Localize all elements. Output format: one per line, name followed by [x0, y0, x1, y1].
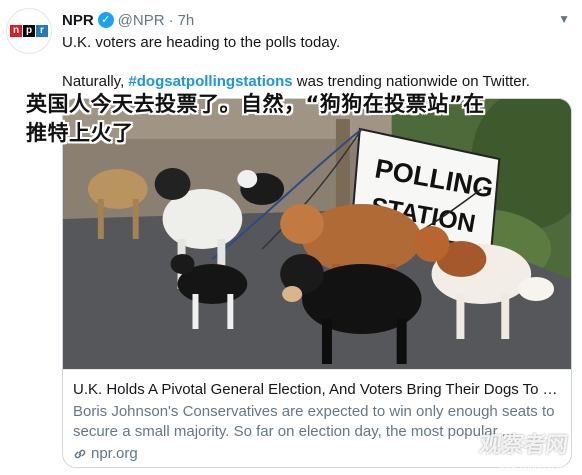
npr-logo-letter-n: n [10, 25, 22, 37]
link-preview-card[interactable]: POLLING STATION U.K. Holds A Pivotal Gen… [62, 98, 572, 468]
tweet-text-suffix: was trending nationwide on Twitter. [292, 73, 530, 90]
separator-dot: · [168, 11, 174, 29]
account-name[interactable]: NPR [62, 12, 94, 29]
caption-line2: 推特上火了 [26, 121, 134, 145]
tweet-text-line2: Naturally, #dogsatpollingstations was tr… [62, 73, 530, 90]
npr-avatar[interactable]: n p r [6, 8, 52, 54]
caption-line1: 英国人今天去投票了。自然，“狗狗在投票站”在 [26, 92, 485, 116]
watermark-logo: 观察者网 [477, 433, 570, 458]
tweet-text-line1: U.K. voters are heading to the polls tod… [62, 34, 341, 51]
chevron-down-icon[interactable]: ▼ [558, 12, 570, 26]
tweet-text-prefix: Naturally, [62, 73, 129, 90]
chinese-caption-overlay: 英国人今天去投票了。自然，“狗狗在投票站”在 推特上火了 [26, 90, 556, 148]
tweet-timestamp[interactable]: 7h [178, 12, 195, 29]
card-title[interactable]: U.K. Holds A Pivotal General Election, A… [73, 380, 561, 400]
watermark-url: www.guancha.cn [497, 461, 566, 471]
hashtag-link[interactable]: #dogsatpollingstations [128, 73, 292, 90]
tweet-header: NPR ✓ @NPR · 7h [62, 10, 194, 30]
npr-logo-letter-p: p [23, 25, 35, 37]
npr-logo: n p r [10, 25, 48, 37]
link-icon [74, 449, 86, 458]
verified-badge-icon: ✓ [97, 12, 114, 28]
card-domain-text: npr.org [91, 445, 138, 462]
account-handle[interactable]: @NPR [118, 12, 165, 29]
npr-logo-letter-r: r [36, 25, 48, 37]
